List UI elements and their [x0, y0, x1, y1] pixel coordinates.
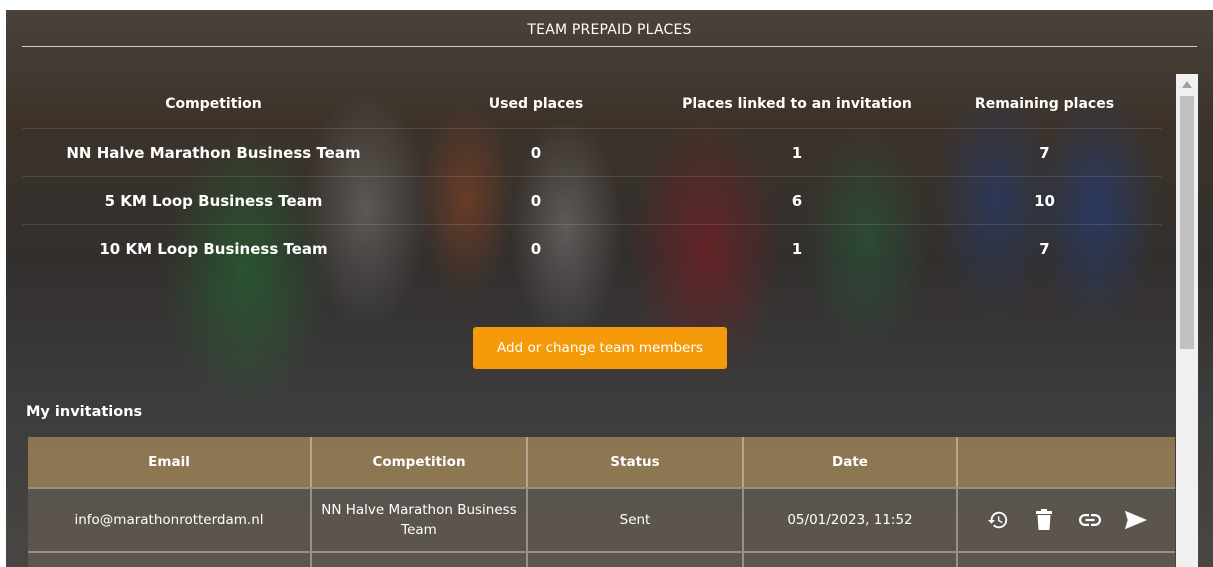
my-invitations-heading: My invitations — [26, 404, 143, 420]
prepaid-places-table: Competition Used places Places linked to… — [22, 80, 1162, 272]
invitations-table: Email Competition Status Date info@marat… — [28, 437, 1175, 567]
column-header-status: Status — [528, 437, 744, 487]
history-icon[interactable] — [986, 508, 1010, 532]
invitation-date: 05/01/2023, 11:52 — [744, 489, 958, 551]
competition-name: 5 KM Loop Business Team — [104, 191, 323, 210]
column-header-remaining-places: Remaining places — [974, 96, 1115, 112]
cell-stub — [528, 553, 744, 567]
column-header-used-places: Used places — [488, 96, 584, 112]
invitation-competition: NN Halve Marathon Business Team — [312, 489, 528, 551]
used-places-value: 0 — [530, 143, 542, 162]
trash-icon[interactable] — [1032, 508, 1056, 532]
invitation-actions — [958, 489, 1175, 551]
table-row: 10 KM Loop Business Team 0 1 7 — [22, 224, 1162, 272]
table-row: info@marathonrotterdam.nl NN Halve Marat… — [28, 487, 1175, 551]
column-header-actions — [958, 437, 1175, 487]
scrollbar-thumb[interactable] — [1180, 96, 1194, 349]
link-icon[interactable] — [1078, 508, 1102, 532]
table-row: 5 KM Loop Business Team 0 6 10 — [22, 176, 1162, 224]
column-header-linked-places: Places linked to an invitation — [682, 96, 912, 112]
column-header-date: Date — [744, 437, 958, 487]
linked-places-value: 1 — [791, 143, 803, 162]
linked-places-value: 1 — [791, 239, 803, 258]
table-row: NN Halve Marathon Business Team 0 1 7 — [22, 128, 1162, 176]
cell-stub — [28, 553, 312, 567]
page-title: TEAM PREPAID PLACES — [527, 22, 692, 38]
cell-stub — [958, 553, 1175, 567]
competition-name: NN Halve Marathon Business Team — [66, 143, 361, 162]
remaining-places-value: 10 — [1034, 191, 1055, 210]
cell-stub — [744, 553, 958, 567]
prepaid-places-header: Competition Used places Places linked to… — [22, 80, 1162, 128]
column-header-competition: Competition — [312, 437, 528, 487]
competition-name: 10 KM Loop Business Team — [99, 239, 328, 258]
column-header-competition: Competition — [165, 96, 262, 112]
used-places-value: 0 — [530, 239, 542, 258]
remaining-places-value: 7 — [1039, 143, 1050, 162]
table-row — [28, 551, 1175, 567]
add-change-team-members-button[interactable]: Add or change team members — [473, 327, 727, 369]
invitations-header: Email Competition Status Date — [28, 437, 1175, 487]
invitation-status: Sent — [528, 489, 744, 551]
column-header-email: Email — [28, 437, 312, 487]
linked-places-value: 6 — [791, 191, 803, 210]
scroll-up-arrow-icon[interactable] — [1176, 74, 1198, 94]
cell-stub — [312, 553, 528, 567]
title-divider — [22, 46, 1197, 47]
invitation-email: info@marathonrotterdam.nl — [28, 489, 312, 551]
used-places-value: 0 — [530, 191, 542, 210]
send-icon[interactable] — [1124, 508, 1148, 532]
remaining-places-value: 7 — [1039, 239, 1050, 258]
